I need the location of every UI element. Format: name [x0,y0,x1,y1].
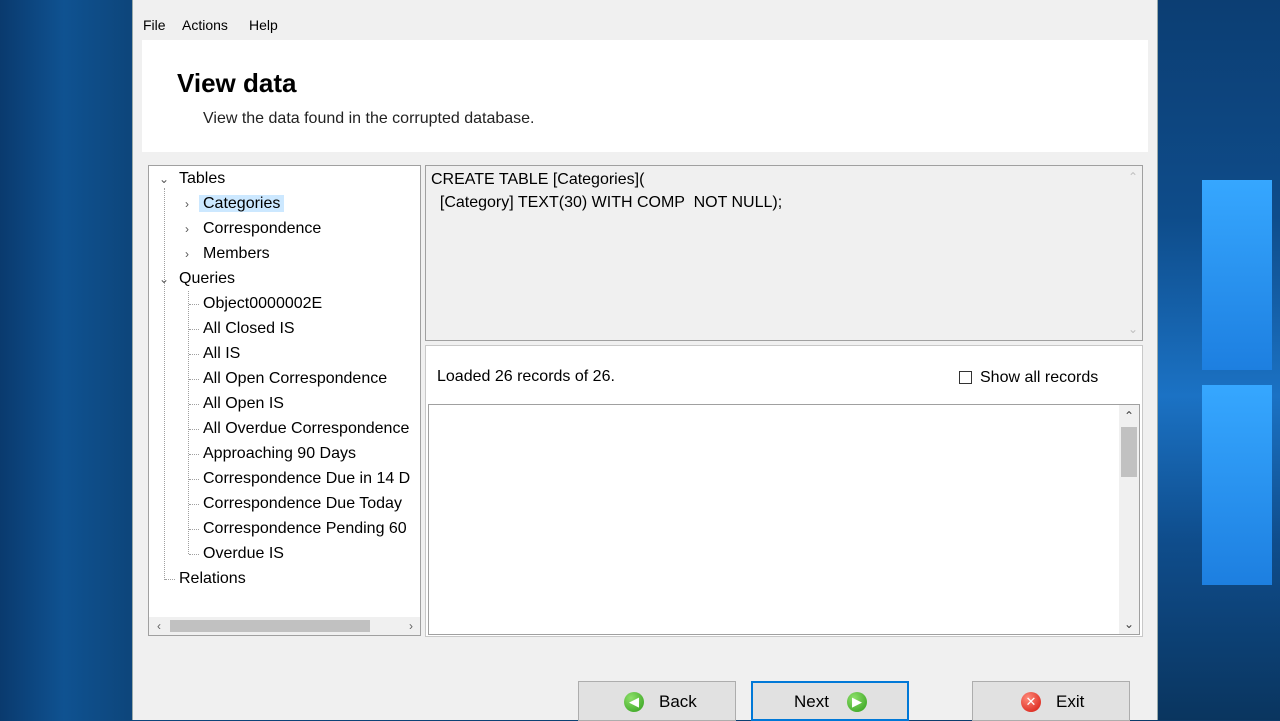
tree-guide-line [189,329,199,330]
tree-guide-line [164,188,165,580]
tree-node-label: Categories [199,195,285,212]
tree-node-query[interactable]: Correspondence Due Today [199,493,406,515]
tree-node-tables[interactable]: Tables [175,168,229,190]
tree-node-queries[interactable]: Queries [175,268,239,290]
windows-logo-pane [1202,385,1272,585]
tree-node-query[interactable]: All Overdue Correspondence [199,418,413,440]
tree-node-label: All Open Correspondence [203,370,388,387]
tree-node-query[interactable]: Object0000002E [199,293,326,315]
tree-node-label: All IS [203,345,241,362]
menu-actions[interactable]: Actions [182,17,228,33]
back-button[interactable]: ◀ Back [578,681,736,721]
tree-node-label: Object0000002E [203,295,323,312]
exit-button-label: Exit [1056,692,1085,711]
tree-node-label: Relations [179,570,246,587]
tree-node-query[interactable]: All Closed IS [199,318,299,340]
expand-icon[interactable]: › [180,218,194,240]
tree-node-query[interactable]: Approaching 90 Days [199,443,360,465]
tree-guide-line [189,454,199,455]
show-all-records-checkbox[interactable] [959,371,972,384]
tree-node-relations[interactable]: Relations [175,568,250,590]
menu-file[interactable]: File [143,17,166,33]
tree-node-label: All Overdue Correspondence [203,420,410,437]
records-panel: Loaded 26 records of 26. Show all record… [425,345,1143,637]
close-icon: ✕ [1021,692,1041,712]
back-arrow-icon: ◀ [624,692,644,712]
next-button-label: Next [794,692,829,711]
scrollbar-thumb[interactable] [170,620,370,632]
scroll-up-icon[interactable]: ⌃ [1121,407,1137,425]
tree-guide-line [189,304,199,305]
exit-button[interactable]: ✕ Exit [972,681,1130,721]
tree-horizontal-scrollbar[interactable]: ‹ › [149,617,420,635]
app-window: File Actions Help View data View the dat… [132,0,1158,721]
next-arrow-icon: ▶ [847,692,867,712]
tree-node-query[interactable]: Overdue IS [199,543,288,565]
tree-node-query[interactable]: Correspondence Due in 14 D [199,468,414,490]
tree-node-label: Correspondence [203,220,322,237]
tree-node-label: Correspondence Pending 60 [203,520,407,537]
tree-guide-line [189,379,199,380]
scroll-down-icon[interactable]: ⌄ [1121,615,1137,633]
sql-definition-line: CREATE TABLE [Categories]( [431,171,645,188]
tree-guide-line [189,479,199,480]
tree-guide-line [189,554,199,555]
definition-vertical-scrollbar[interactable]: ⌃ ⌄ [1124,166,1142,340]
scroll-right-icon[interactable]: › [403,617,419,635]
tree-node-label: Correspondence Due Today [203,495,402,512]
tree-guide-line [188,291,189,554]
scroll-up-icon[interactable]: ⌃ [1125,168,1141,186]
tree-node-label: All Open IS [203,395,284,412]
tree-guide-line [189,504,199,505]
tree-node-label: Queries [179,270,236,287]
back-button-label: Back [659,692,697,711]
expand-icon[interactable]: › [180,193,194,215]
show-all-records-label[interactable]: Show all records [980,369,1098,387]
tree-guide-line [189,354,199,355]
tree-node-table-members[interactable]: Members [199,243,274,265]
object-tree[interactable]: ⌄ Tables › Categories › Correspondence ›… [148,165,421,636]
tree-node-label: All Closed IS [203,320,295,337]
scroll-down-icon[interactable]: ⌄ [1125,320,1141,338]
tree-guide-line [165,579,175,580]
tree-node-table-correspondence[interactable]: Correspondence [199,218,325,240]
sql-definition-line: [Category] TEXT(30) WITH COMP NOT NULL); [431,194,783,211]
menu-bar: File Actions Help [133,10,1157,40]
scrollbar-thumb[interactable] [1121,427,1137,477]
records-grid[interactable]: ⌃ ⌄ [428,404,1140,635]
tree-node-label: Correspondence Due in 14 D [203,470,411,487]
menu-help[interactable]: Help [249,17,278,33]
tree-node-query[interactable]: All Open IS [199,393,288,415]
windows-logo-pane [1202,180,1272,370]
tree-guide-line [189,529,199,530]
records-vertical-scrollbar[interactable]: ⌃ ⌄ [1119,405,1139,634]
scroll-left-icon[interactable]: ‹ [151,617,167,635]
tree-node-query[interactable]: All Open Correspondence [199,368,391,390]
tree-node-query[interactable]: All IS [199,343,244,365]
tree-node-label: Members [203,245,270,262]
next-button[interactable]: Next ▶ [751,681,909,721]
tree-node-label: Tables [179,170,226,187]
expand-icon[interactable]: › [180,243,194,265]
collapse-icon[interactable]: ⌄ [157,168,171,190]
records-status-text: Loaded 26 records of 26. [437,368,615,385]
tree-guide-line [189,429,199,430]
tree-node-label: Approaching 90 Days [203,445,356,462]
table-definition-box[interactable]: CREATE TABLE [Categories]( [Category] TE… [425,165,1143,341]
desktop-background [1156,0,1280,720]
header-panel: View data View the data found in the cor… [142,40,1148,152]
tree-node-table-categories[interactable]: Categories [199,193,285,215]
page-title: View data [177,68,297,98]
page-subtitle: View the data found in the corrupted dat… [203,110,535,127]
tree-node-query[interactable]: Correspondence Pending 60 [199,518,411,540]
collapse-icon[interactable]: ⌄ [157,268,171,290]
tree-node-label: Overdue IS [203,545,284,562]
tree-guide-line [189,404,199,405]
